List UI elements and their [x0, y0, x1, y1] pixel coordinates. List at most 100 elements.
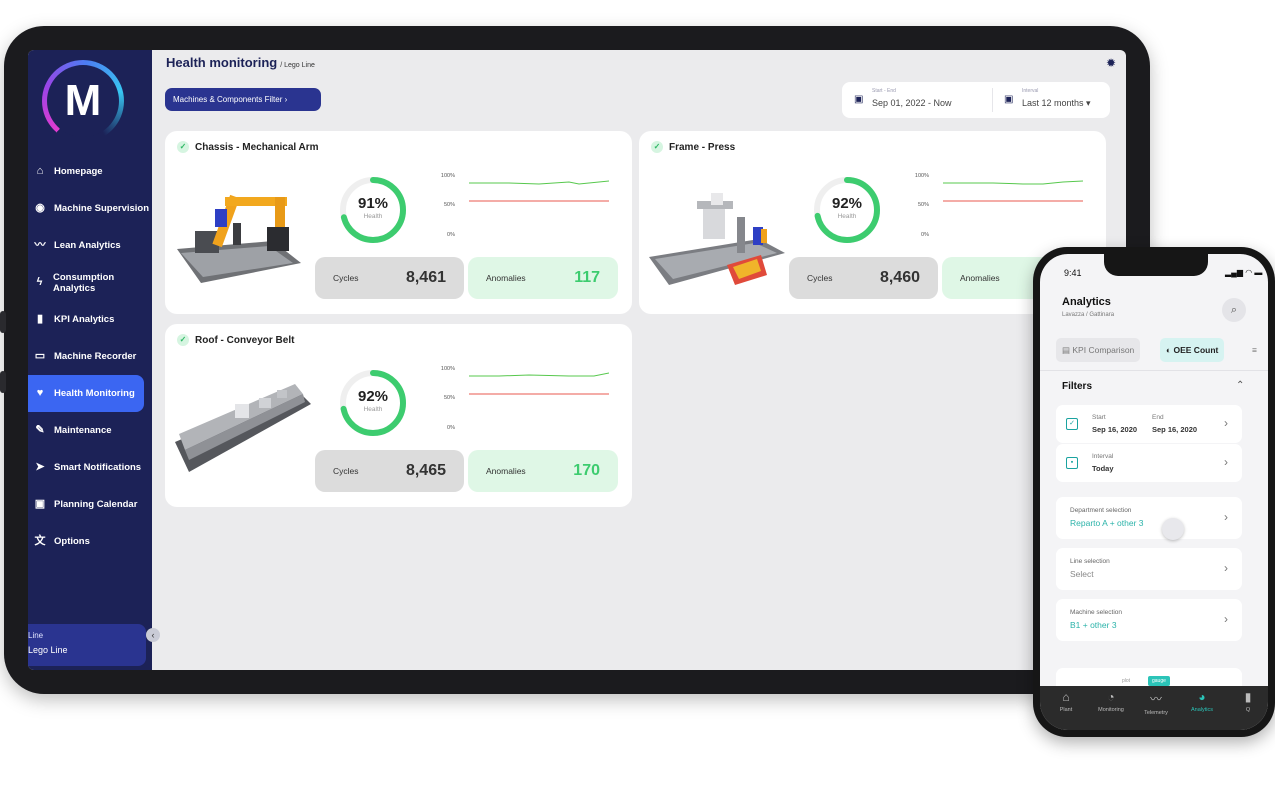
y-tick-100: 100% [440, 173, 455, 179]
card-title: ✓ Roof - Conveyor Belt [177, 334, 294, 346]
stage: M ⌂ Homepage ◉ Machine Supervision 〰 Lean Ana… [0, 0, 1275, 789]
sidebar-item-label: Health Monitoring [54, 388, 135, 399]
health-trend-line [943, 180, 1083, 185]
sidebar-item-homepage[interactable]: ⌂ Homepage [28, 153, 152, 190]
tab-oee-count[interactable]: ◐ OEE Count [1160, 338, 1225, 362]
anomalies-value: 170 [573, 462, 600, 479]
y-tick-100: 100% [440, 366, 455, 372]
tabbar-item-plant[interactable]: ⌂ Plant [1044, 690, 1088, 713]
divider [992, 88, 993, 112]
sidebar-item-maintenance[interactable]: ✎ Maintenance [28, 412, 152, 449]
line-selector[interactable]: Line Lego Line [28, 624, 146, 666]
send-icon: ➤ [35, 461, 45, 473]
machine-card[interactable]: ✓ Chassis - Mechanical Arm 91% Health 10… [165, 131, 632, 314]
tabbar-label: Plant [1059, 707, 1073, 713]
sidebar-item-machine-supervision[interactable]: ◉ Machine Supervision [28, 190, 152, 227]
touch-indicator [1162, 518, 1184, 540]
tabbar-item-telemetry[interactable]: 〰 Telemetry [1134, 690, 1178, 716]
status-icons: ▂▄▆ ◠ ▬ [1225, 268, 1263, 277]
press-image [649, 193, 785, 285]
translate-icon: 文 [34, 535, 46, 547]
sidebar-item-label: Lean Analytics [54, 240, 121, 251]
sidebar-nav: ⌂ Homepage ◉ Machine Supervision 〰 Lean Analy… [28, 153, 152, 560]
cycles-label: Cycles [807, 273, 833, 283]
line-selection[interactable]: Line selection Select › [1056, 548, 1242, 590]
chevron-right-icon: › [1224, 510, 1228, 524]
calendar-icon: ▪ [1066, 457, 1078, 469]
gauge-toggle[interactable]: gauge [1148, 676, 1170, 686]
health-gauge: 91% Health [337, 174, 409, 246]
divider [1040, 370, 1268, 371]
sidebar-item-kpi-analytics[interactable]: ▮ KPI Analytics [28, 301, 152, 338]
health-percentage: 92% [357, 388, 389, 405]
machines-components-filter-button[interactable]: Machines & Components Filter › [165, 88, 321, 111]
recorder-icon: ▭ [34, 350, 46, 362]
phone-page-title: Analytics [1062, 296, 1111, 308]
health-label: Health [837, 213, 857, 220]
breadcrumb: / Lego Line [280, 62, 315, 69]
y-tick-0: 0% [447, 425, 455, 431]
line-value: Lego Line [28, 645, 68, 655]
health-trend-chart: 100% 50% 0% [435, 173, 610, 243]
home-icon: ⌂ [36, 165, 44, 177]
start-end-value: Sep 01, 2022 - Now [872, 98, 952, 108]
sidebar-item-label: Smart Notifications [54, 462, 142, 473]
card-title: ✓ Frame - Press [651, 141, 735, 153]
mechanical-arm-image [177, 194, 301, 283]
check-icon: ✓ [651, 141, 663, 153]
sidebar-item-lean-analytics[interactable]: 〰 Lean Analytics [28, 227, 152, 264]
date-range-box[interactable]: ✓ Start Sep 16, 2020 End Sep 16, 2020 › [1056, 405, 1242, 443]
cycles-label: Cycles [333, 466, 359, 476]
line-selection-label: Line selection [1070, 558, 1110, 565]
card-title-text: Roof - Conveyor Belt [195, 334, 295, 346]
tab-more[interactable]: ≡ [1246, 338, 1263, 362]
tablet-side-button [0, 311, 6, 333]
health-label: Health [363, 406, 383, 413]
machine-selection-label: Machine selection [1070, 609, 1123, 616]
wrench-icon: ✎ [35, 424, 45, 436]
machine-card[interactable]: ✓ Roof - Conveyor Belt 92% Health 100% 5… [165, 324, 632, 507]
monitoring-icon: ◔ [1107, 690, 1115, 704]
tabbar-item-monitoring[interactable]: ◔ Monitoring [1089, 690, 1133, 713]
sidebar-item-label: Maintenance [54, 425, 112, 436]
cycles-box: Cycles 8,461 [315, 257, 464, 299]
tabbar-item-q[interactable]: ▮ Q [1226, 690, 1268, 713]
department-selection[interactable]: Department selection Reparto A + other 3… [1056, 497, 1242, 539]
tabbar-label: Telemetry [1144, 710, 1168, 716]
anomalies-value: 117 [574, 269, 600, 286]
line-selection-value: Select [1070, 569, 1094, 579]
y-tick-0: 0% [447, 232, 455, 238]
search-icon[interactable]: ⌕ [1222, 298, 1246, 322]
tablet-screen: M ⌂ Homepage ◉ Machine Supervision 〰 Lean Ana… [28, 50, 1126, 670]
health-trend-chart: 100% 50% 0% [909, 173, 1084, 243]
sidebar-item-health-monitoring[interactable]: ♥ Health Monitoring [28, 375, 144, 412]
health-trend-line [469, 180, 609, 185]
sidebar-item-machine-recorder[interactable]: ▭ Machine Recorder [28, 338, 152, 375]
interval-box[interactable]: ▪ Interval Today › [1056, 444, 1242, 482]
y-tick-50: 50% [443, 395, 455, 401]
bar-chart-icon: ▮ [36, 313, 44, 325]
health-gauge: 92% Health [811, 174, 883, 246]
q-icon: ▮ [1244, 690, 1252, 704]
health-gauge: 92% Health [337, 367, 409, 439]
sidebar-item-consumption-analytics[interactable]: ϟ Consumption Analytics [28, 264, 152, 301]
anomalies-label: Anomalies [486, 273, 526, 283]
chevron-right-icon: › [1224, 561, 1228, 575]
health-trend-chart: 100% 50% 0% [435, 366, 610, 436]
chevron-up-icon[interactable]: ⌃ [1236, 380, 1244, 391]
collapse-sidebar-button[interactable]: ‹ [146, 628, 160, 642]
tab-kpi-comparison[interactable]: ▤ KPI Comparison [1056, 338, 1141, 362]
eye-icon: ◉ [35, 202, 45, 214]
app-logo[interactable]: M [42, 60, 124, 142]
sidebar-item-planning-calendar[interactable]: ▣ Planning Calendar [28, 486, 152, 523]
page-title-text: Health monitoring [166, 55, 278, 70]
date-range-picker: ▣ Start - End Sep 01, 2022 - Now ▣ Inter… [842, 82, 1110, 118]
chevron-right-icon: › [1224, 455, 1228, 469]
tabbar-item-analytics[interactable]: ◕ Analytics [1180, 690, 1224, 713]
sidebar-item-options[interactable]: 文 Options [28, 523, 152, 560]
sidebar-item-smart-notifications[interactable]: ➤ Smart Notifications [28, 449, 152, 486]
machine-selection[interactable]: Machine selection B1 + other 3 › [1056, 599, 1242, 641]
health-percentage: 92% [831, 195, 863, 212]
plot-toggle[interactable]: plot [1118, 676, 1134, 686]
gear-icon[interactable]: ✹ [1106, 56, 1116, 70]
